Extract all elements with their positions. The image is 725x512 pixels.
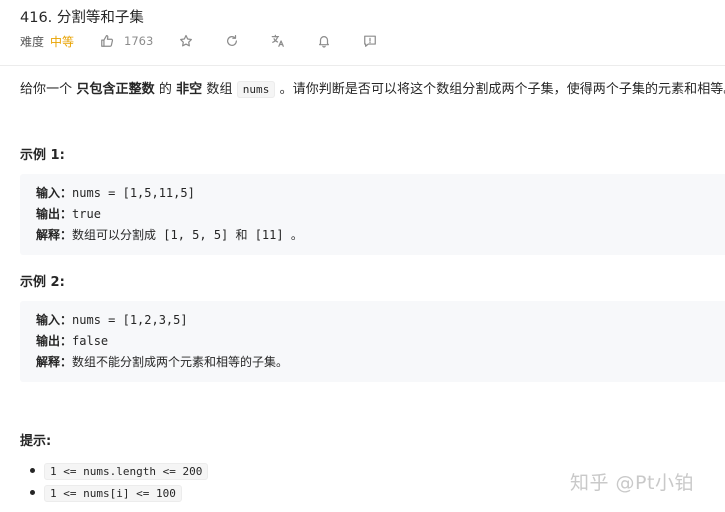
divider [0,65,725,66]
star-icon [180,34,193,47]
problem-title: 416. 分割等和子集 [20,10,144,26]
list-item: 1 <= nums.length <= 200 [30,460,209,482]
bell-icon [319,36,330,48]
example-1-block: 输入：nums = [1,5,11,5] 输出：true 解释：数组可以分割成 … [20,174,725,255]
desc-bold-positive-integers: 只包含正整数 [76,82,155,97]
list-item: 1 <= nums[i] <= 100 [30,482,208,504]
example-1-output: true [72,207,101,221]
example-1-heading: 示例 1: [20,148,65,163]
difficulty-label: 难度 [20,34,45,49]
like-count: 1763 [124,34,154,48]
feedback-icon [364,35,377,47]
example-2-block: 输入：nums = [1,2,3,5] 输出：false 解释：数组不能分割成两… [20,301,725,382]
refresh-icon [227,34,238,46]
difficulty-badge: 中等 [50,34,75,49]
explain-label: 解释： [36,228,73,242]
example-1-explanation: 数组可以分割成 [1, 5, 5] 和 [11] 。 [72,228,303,242]
like-button[interactable]: 1763 [100,34,153,48]
reset-button[interactable] [225,34,239,48]
output-label: 输出： [36,207,73,221]
translate-button[interactable] [271,34,285,48]
tips-list: 1 <= nums.length <= 200 1 <= nums[i] <= … [30,460,209,504]
output-label: 输出： [36,334,73,348]
bullet [30,490,35,495]
example-2-explanation: 数组不能分割成两个元素和相等的子集。 [72,355,289,369]
desc-text: 数组 [202,82,237,97]
desc-text: 给你一个 [20,82,77,97]
desc-bold-non-empty: 非空 [176,82,203,97]
problem-meta-bar: 难度 中等 1763 [20,32,377,50]
problem-description: 给你一个 只包含正整数 的 非空 数组 nums 。请你判断是否可以将这个数组分… [20,78,725,98]
notification-button[interactable] [317,34,331,48]
example-2-output: false [72,334,109,348]
input-label: 输入： [36,186,73,200]
watermark: 知乎 @Pt小铂 [570,472,694,494]
favorite-button[interactable] [179,34,193,48]
example-1-input: nums = [1,5,11,5] [72,186,195,200]
translate-icon [272,34,285,47]
input-label: 输入： [36,313,73,327]
desc-text: 的 [154,82,177,97]
tips-heading: 提示: [20,434,52,449]
feedback-button[interactable] [363,34,377,48]
example-2-heading: 示例 2: [20,275,65,290]
tip-constraint: 1 <= nums.length <= 200 [44,462,209,480]
bullet [30,468,35,473]
thumbs-up-icon [101,34,114,47]
example-2-input: nums = [1,2,3,5] [72,313,188,327]
explain-label: 解释： [36,355,73,369]
desc-text: 。请你判断是否可以将这个数组分割成两个子集，使得两个子集的元素和相等。 [275,82,725,97]
tip-constraint: 1 <= nums[i] <= 100 [44,484,182,502]
desc-code-nums: nums [236,81,276,98]
